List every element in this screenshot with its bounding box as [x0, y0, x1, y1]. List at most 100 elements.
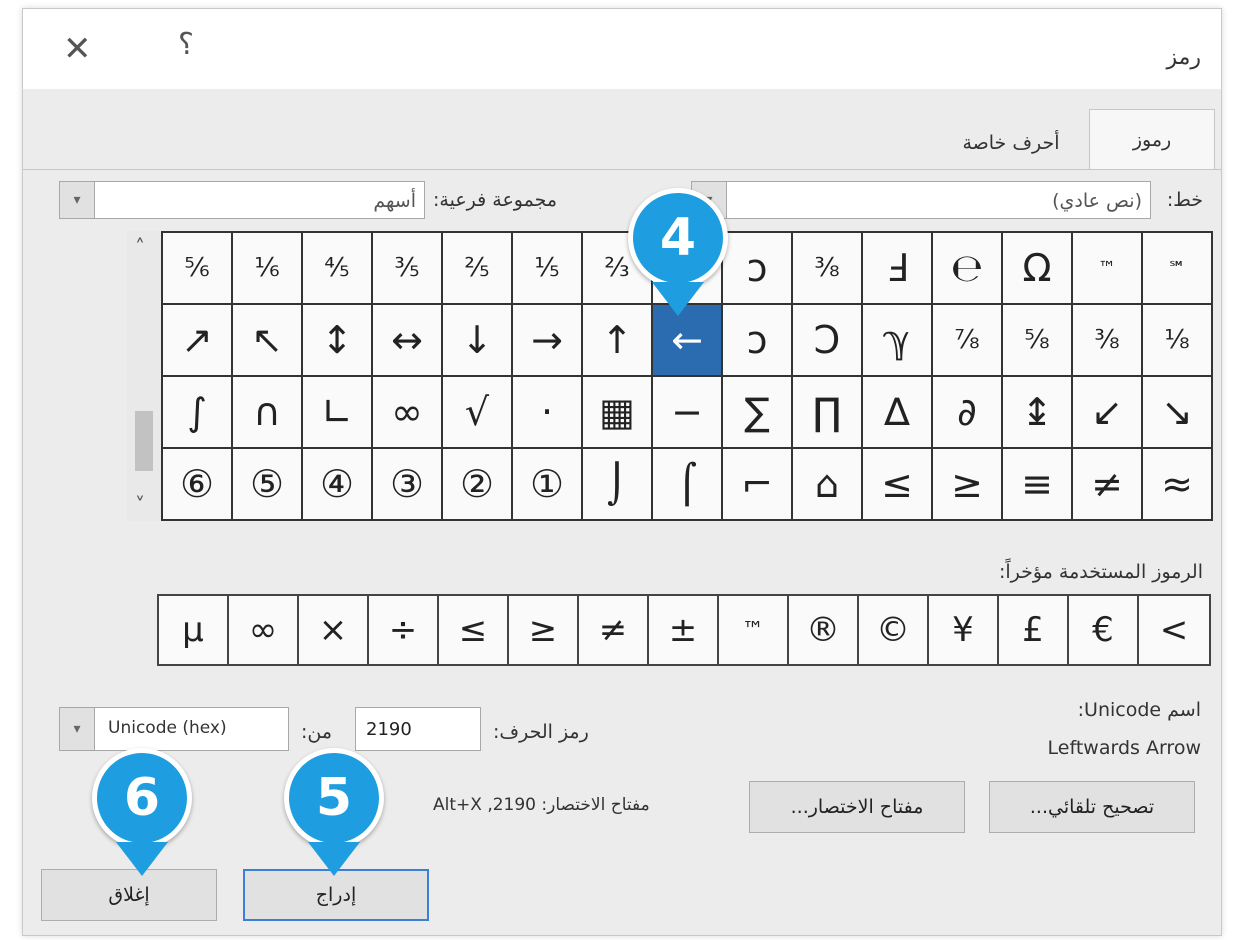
recent-symbol-cell[interactable]: ¥	[929, 596, 999, 664]
symbol-cell[interactable]: Ⅎ	[863, 233, 933, 305]
symbol-cell[interactable]: Ↄ	[793, 305, 863, 377]
font-combo[interactable]: ▾ (نص عادي)	[691, 181, 1151, 219]
symbol-cell[interactable]: √	[443, 377, 513, 449]
symbol-cell[interactable]: ∆	[863, 377, 933, 449]
recent-symbol-cell[interactable]: £	[999, 596, 1069, 664]
recent-symbol-cell[interactable]: ≤	[439, 596, 509, 664]
font-label: خط:	[1166, 189, 1203, 211]
recent-symbol-cell[interactable]: ÷	[369, 596, 439, 664]
symbol-cell[interactable]: ™	[1073, 233, 1143, 305]
symbol-cell[interactable]: ∟	[303, 377, 373, 449]
symbol-cell[interactable]: ⅝	[1003, 305, 1073, 377]
symbol-cell[interactable]: ∑	[723, 377, 793, 449]
symbol-cell[interactable]: ∏	[793, 377, 863, 449]
recent-symbol-cell[interactable]: ™	[719, 596, 789, 664]
tab-symbols[interactable]: رموز	[1089, 109, 1215, 170]
font-value: (نص عادي)	[1052, 190, 1142, 212]
symbol-cell[interactable]: ⅘	[303, 233, 373, 305]
symbol-cell[interactable]: −	[653, 377, 723, 449]
recent-symbol-cell[interactable]: ≠	[579, 596, 649, 664]
autocorrect-button[interactable]: تصحيح تلقائي...	[989, 781, 1195, 833]
shortcut-key-button[interactable]: مفتاح الاختصار...	[749, 781, 965, 833]
symbol-scrollbar[interactable]: ˄ ˅	[127, 231, 161, 521]
recent-symbol-cell[interactable]: <	[1139, 596, 1209, 664]
subset-label: مجموعة فرعية:	[433, 189, 558, 211]
char-code-label: رمز الحرف:	[493, 721, 589, 743]
symbol-cell[interactable]: ⅜	[793, 233, 863, 305]
callout-6: 6	[92, 748, 192, 848]
symbol-cell[interactable]: ↨	[1003, 377, 1073, 449]
char-code-input[interactable]: 2190	[355, 707, 481, 751]
symbol-cell[interactable]: ↖	[233, 305, 303, 377]
symbol-cell[interactable]: ·	[513, 377, 583, 449]
symbol-cell[interactable]: ⅖	[443, 233, 513, 305]
recent-symbol-cell[interactable]: ≥	[509, 596, 579, 664]
symbol-cell[interactable]: →	[513, 305, 583, 377]
symbol-cell[interactable]: ⌂	[793, 449, 863, 521]
help-icon[interactable]: ؟	[178, 27, 194, 62]
symbol-cell[interactable]: ℠	[1143, 233, 1213, 305]
symbol-cell[interactable]: ℮	[933, 233, 1003, 305]
recent-symbol-cell[interactable]: ×	[299, 596, 369, 664]
symbol-cell[interactable]: ⌡	[583, 449, 653, 521]
recent-symbol-cell[interactable]: ±	[649, 596, 719, 664]
symbol-cell[interactable]: ≥	[933, 449, 1003, 521]
symbol-cell[interactable]: ≈	[1143, 449, 1213, 521]
symbol-cell[interactable]: ⌠	[653, 449, 723, 521]
symbol-cell[interactable]: ▦	[583, 377, 653, 449]
shortcut-key-text: مفتاح الاختصار: 2190, Alt+X	[433, 795, 650, 815]
recent-label: الرموز المستخدمة مؤخراً:	[998, 561, 1203, 583]
recent-symbol-cell[interactable]: µ	[159, 596, 229, 664]
scroll-up-icon[interactable]: ˄	[135, 235, 145, 259]
symbol-cell[interactable]: ↗	[163, 305, 233, 377]
subset-combo[interactable]: ▾ أسهم	[59, 181, 425, 219]
symbol-cell[interactable]: ∩	[233, 377, 303, 449]
symbol-cell[interactable]: ≡	[1003, 449, 1073, 521]
symbol-cell[interactable]: ④	[303, 449, 373, 521]
recent-symbols: µ ∞ × ÷ ≤ ≥ ≠ ± ™ ® © ¥ £ € <	[157, 594, 1211, 666]
dialog-title: رمز	[1166, 45, 1201, 70]
symbol-cell[interactable]: ↑	[583, 305, 653, 377]
symbol-cell[interactable]: ⑤	[233, 449, 303, 521]
tab-special-characters[interactable]: أحرف خاصة	[941, 117, 1081, 169]
symbol-cell[interactable]: Ω	[1003, 233, 1073, 305]
symbol-cell[interactable]: ↄ	[723, 233, 793, 305]
recent-symbol-cell[interactable]: ∞	[229, 596, 299, 664]
symbol-cell[interactable]: ⅜	[1073, 305, 1143, 377]
symbol-cell[interactable]: ↙	[1073, 377, 1143, 449]
symbol-cell[interactable]: ↕	[303, 305, 373, 377]
symbol-cell[interactable]: ⑥	[163, 449, 233, 521]
symbol-cell[interactable]: ↄ	[723, 305, 793, 377]
symbol-cell[interactable]: ⅛	[1143, 305, 1213, 377]
symbol-cell[interactable]: ∂	[933, 377, 1003, 449]
insert-button[interactable]: إدراج	[243, 869, 429, 921]
close-icon[interactable]: ✕	[63, 29, 92, 69]
recent-symbol-cell[interactable]: €	[1069, 596, 1139, 664]
recent-symbol-cell[interactable]: ©	[859, 596, 929, 664]
recent-symbol-cell[interactable]: ®	[789, 596, 859, 664]
chevron-down-icon[interactable]: ▾	[60, 182, 95, 218]
symbol-cell[interactable]: ∞	[373, 377, 443, 449]
symbol-cell[interactable]: ⅗	[373, 233, 443, 305]
symbol-cell[interactable]: ⅕	[513, 233, 583, 305]
symbol-cell[interactable]: ↘	[1143, 377, 1213, 449]
symbol-cell[interactable]: ⅚	[163, 233, 233, 305]
chevron-down-icon[interactable]: ▾	[60, 708, 95, 750]
symbol-cell[interactable]: ①	[513, 449, 583, 521]
symbol-cell[interactable]: ℽ	[863, 305, 933, 377]
scroll-thumb[interactable]	[135, 411, 153, 471]
symbol-cell[interactable]: ↓	[443, 305, 513, 377]
symbol-cell[interactable]: ↔	[373, 305, 443, 377]
from-combo[interactable]: ▾ Unicode (hex)	[59, 707, 289, 751]
symbol-cell[interactable]: ③	[373, 449, 443, 521]
symbol-cell[interactable]: ⌐	[723, 449, 793, 521]
symbol-cell[interactable]: ∫	[163, 377, 233, 449]
symbol-cell[interactable]: ≤	[863, 449, 933, 521]
symbol-cell[interactable]: ≠	[1073, 449, 1143, 521]
close-button[interactable]: إغلاق	[41, 869, 217, 921]
symbol-cell[interactable]: ⅞	[933, 305, 1003, 377]
symbol-cell[interactable]: ⅙	[233, 233, 303, 305]
from-value: Unicode (hex)	[108, 718, 227, 738]
scroll-down-icon[interactable]: ˅	[135, 493, 145, 517]
symbol-cell[interactable]: ②	[443, 449, 513, 521]
